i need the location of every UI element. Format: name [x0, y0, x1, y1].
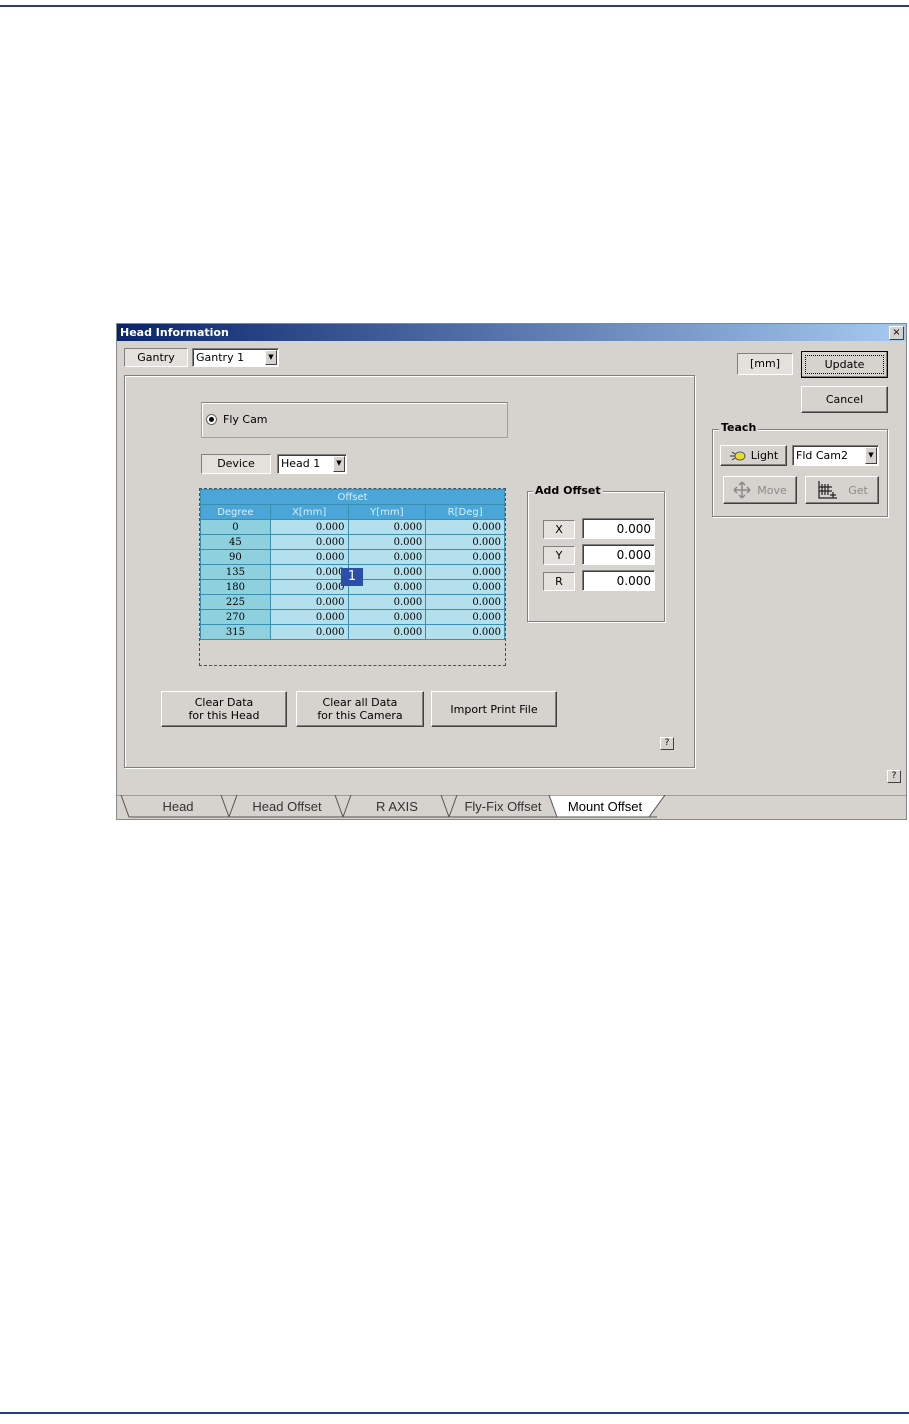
window-title: Head Information	[120, 326, 229, 339]
tab-fly-fix-offset[interactable]: Fly-Fix Offset	[453, 795, 553, 817]
degree-cell: 0	[200, 519, 271, 535]
device-select[interactable]: Head 1 ▼	[277, 454, 347, 474]
y-cell[interactable]: 0.000	[347, 549, 427, 565]
teach-camera-select[interactable]: Fld Cam2 ▼	[792, 445, 879, 466]
x-cell[interactable]: 0.000	[269, 549, 349, 565]
device-select-value: Head 1	[281, 457, 321, 470]
r-cell[interactable]: 0.000	[425, 564, 505, 580]
tab-r-axis[interactable]: R AXIS	[351, 795, 443, 817]
table-row[interactable]: 315 0.000 0.000 0.000	[200, 624, 505, 640]
light-bulb-icon	[729, 451, 746, 460]
update-button[interactable]: Update	[801, 351, 888, 378]
top-rule	[0, 5, 909, 7]
add-offset-r-input[interactable]: 0.000	[582, 570, 655, 591]
add-offset-r-label: R	[543, 572, 575, 591]
window-help-icon[interactable]: ?	[887, 770, 901, 783]
tab-head-offset[interactable]: Head Offset	[237, 795, 337, 817]
degree-cell: 225	[200, 594, 271, 610]
degree-cell: 90	[200, 549, 271, 565]
teach-group-title: Teach	[719, 421, 759, 434]
table-row[interactable]: 270 0.000 0.000 0.000	[200, 609, 505, 625]
grid-crosshair-icon	[818, 481, 838, 499]
r-cell[interactable]: 0.000	[425, 534, 505, 550]
title-bar: Head Information ×	[117, 324, 906, 341]
clear-head-line2: for this Head	[188, 709, 260, 722]
tab-head[interactable]: Head	[131, 795, 225, 817]
cancel-button[interactable]: Cancel	[801, 386, 888, 413]
chevron-down-icon[interactable]: ▼	[333, 456, 345, 472]
r-cell[interactable]: 0.000	[425, 519, 505, 535]
degree-cell: 315	[200, 624, 271, 640]
r-cell[interactable]: 0.000	[425, 579, 505, 595]
offset-table: Offset Degree X[mm] Y[mm] R[Deg] 0 0.000 0…	[200, 489, 505, 640]
table-row[interactable]: 90 0.000 0.000 0.000	[200, 549, 505, 565]
bottom-rule	[0, 1412, 909, 1414]
fly-cam-label: Fly Cam	[223, 412, 268, 426]
panel-help-icon[interactable]: ?	[660, 737, 674, 750]
add-offset-y-label: Y	[543, 546, 575, 565]
y-cell[interactable]: 0.000	[347, 534, 427, 550]
gantry-label: Gantry	[124, 348, 188, 367]
y-cell[interactable]: 0.000	[347, 519, 427, 535]
degree-cell: 135	[200, 564, 271, 580]
column-header-degree: Degree	[200, 504, 271, 520]
clear-head-line1: Clear Data	[194, 696, 254, 709]
clear-camera-button[interactable]: Clear all Data for this Camera	[296, 691, 424, 727]
fly-cam-radio[interactable]: Fly Cam	[206, 411, 296, 427]
table-row[interactable]: 45 0.000 0.000 0.000	[200, 534, 505, 550]
x-cell[interactable]: 0.000	[269, 594, 349, 610]
clear-camera-line1: Clear all Data	[322, 696, 398, 709]
get-button[interactable]: Get	[805, 476, 879, 504]
offset-table-title: Offset	[200, 489, 505, 505]
add-offset-y-input[interactable]: 0.000	[582, 544, 655, 565]
x-cell[interactable]: 0.000	[269, 519, 349, 535]
gantry-select-value: Gantry 1	[196, 351, 245, 364]
x-cell[interactable]: 0.000	[269, 564, 349, 580]
column-header-r: R[Deg]	[425, 504, 505, 520]
degree-cell: 45	[200, 534, 271, 550]
add-offset-x-label: X	[543, 520, 575, 539]
move-button-label: Move	[757, 483, 787, 497]
radio-selected-icon	[206, 413, 217, 425]
tab-strip: Head Head Offset R AXIS Fly-Fix Offset M…	[117, 795, 906, 819]
column-header-y: Y[mm]	[347, 504, 427, 520]
y-cell[interactable]: 0.000	[347, 624, 427, 640]
x-cell[interactable]: 0.000	[269, 624, 349, 640]
teach-camera-value: Fld Cam2	[796, 449, 848, 462]
move-arrows-icon	[733, 481, 751, 499]
clear-camera-line2: for this Camera	[317, 709, 403, 722]
clear-head-button[interactable]: Clear Data for this Head	[161, 691, 287, 727]
move-button[interactable]: Move	[723, 476, 797, 504]
column-header-x: X[mm]	[269, 504, 349, 520]
tab-mount-offset[interactable]: Mount Offset	[557, 795, 653, 817]
degree-cell: 270	[200, 609, 271, 625]
x-cell[interactable]: 0.000	[269, 534, 349, 550]
r-cell[interactable]: 0.000	[425, 594, 505, 610]
unit-label: [mm]	[737, 353, 793, 375]
head-information-window: Head Information × Gantry Gantry 1 ▼ [mm…	[116, 323, 907, 820]
light-button[interactable]: Light	[720, 445, 787, 466]
degree-cell: 180	[200, 579, 271, 595]
r-cell[interactable]: 0.000	[425, 609, 505, 625]
add-offset-x-input[interactable]: 0.000	[582, 518, 655, 539]
r-cell[interactable]: 0.000	[425, 624, 505, 640]
device-label: Device	[201, 454, 271, 474]
table-row[interactable]: 0 0.000 0.000 0.000	[200, 519, 505, 535]
gantry-select[interactable]: Gantry 1 ▼	[192, 348, 279, 367]
add-offset-title: Add Offset	[533, 484, 603, 497]
callout-marker: 1	[341, 568, 363, 586]
y-cell[interactable]: 0.000	[347, 609, 427, 625]
x-cell[interactable]: 0.000	[269, 579, 349, 595]
y-cell[interactable]: 0.000	[347, 594, 427, 610]
chevron-down-icon[interactable]: ▼	[265, 350, 277, 365]
get-button-label: Get	[848, 483, 868, 497]
import-print-file-button[interactable]: Import Print File	[431, 691, 557, 727]
light-button-label: Light	[750, 449, 779, 462]
table-row[interactable]: 225 0.000 0.000 0.000	[200, 594, 505, 610]
r-cell[interactable]: 0.000	[425, 549, 505, 565]
x-cell[interactable]: 0.000	[269, 609, 349, 625]
chevron-down-icon[interactable]: ▼	[865, 447, 877, 464]
close-icon[interactable]: ×	[889, 326, 904, 340]
